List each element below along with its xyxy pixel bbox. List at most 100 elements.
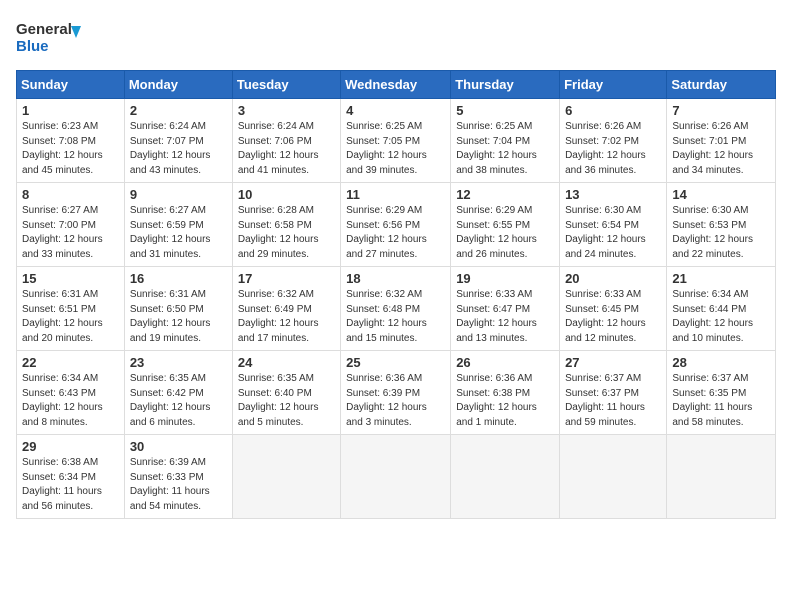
day-number: 22 [22,355,119,370]
day-number: 8 [22,187,119,202]
day-number: 19 [456,271,554,286]
calendar-cell: 29 Sunrise: 6:38 AM Sunset: 6:34 PM Dayli… [17,435,125,519]
day-number: 29 [22,439,119,454]
calendar-cell: 14 Sunrise: 6:30 AM Sunset: 6:53 PM Dayli… [667,183,776,267]
day-info: Sunrise: 6:29 AM Sunset: 6:56 PM Dayligh… [346,204,445,262]
calendar-cell [667,435,776,519]
day-number: 25 [346,355,445,370]
day-number: 7 [672,103,770,118]
weekday-header-row: SundayMondayTuesdayWednesdayThursdayFrid… [17,71,776,99]
day-number: 13 [565,187,661,202]
day-info: Sunrise: 6:31 AM Sunset: 6:51 PM Dayligh… [22,288,119,346]
day-info: Sunrise: 6:32 AM Sunset: 6:48 PM Dayligh… [346,288,445,346]
weekday-header-tuesday: Tuesday [232,71,340,99]
calendar-cell: 21 Sunrise: 6:34 AM Sunset: 6:44 PM Dayli… [667,267,776,351]
day-info: Sunrise: 6:33 AM Sunset: 6:45 PM Dayligh… [565,288,661,346]
calendar-cell: 5Sunrise: 6:25 AM Sunset: 7:04 PM Daylig… [451,99,560,183]
day-number: 9 [130,187,227,202]
day-info: Sunrise: 6:36 AM Sunset: 6:38 PM Dayligh… [456,372,554,430]
week-row-5: 29 Sunrise: 6:38 AM Sunset: 6:34 PM Dayli… [17,435,776,519]
day-info: Sunrise: 6:31 AM Sunset: 6:50 PM Dayligh… [130,288,227,346]
day-number: 18 [346,271,445,286]
calendar-cell: 6 Sunrise: 6:26 AM Sunset: 7:02 PM Daylig… [560,99,667,183]
day-info: Sunrise: 6:30 AM Sunset: 6:54 PM Dayligh… [565,204,661,262]
calendar-cell: 16 Sunrise: 6:31 AM Sunset: 6:50 PM Dayli… [124,267,232,351]
calendar-cell: 27Sunrise: 6:37 AM Sunset: 6:37 PM Dayli… [560,351,667,435]
week-row-4: 22 Sunrise: 6:34 AM Sunset: 6:43 PM Dayli… [17,351,776,435]
day-number: 21 [672,271,770,286]
day-info: Sunrise: 6:25 AM Sunset: 7:05 PM Dayligh… [346,120,445,178]
day-info: Sunrise: 6:26 AM Sunset: 7:02 PM Dayligh… [565,120,661,178]
calendar-cell [560,435,667,519]
weekday-header-wednesday: Wednesday [341,71,451,99]
day-number: 12 [456,187,554,202]
weekday-header-thursday: Thursday [451,71,560,99]
calendar-cell: 11 Sunrise: 6:29 AM Sunset: 6:56 PM Dayli… [341,183,451,267]
calendar-cell: 18 Sunrise: 6:32 AM Sunset: 6:48 PM Dayli… [341,267,451,351]
calendar-cell: 2 Sunrise: 6:24 AM Sunset: 7:07 PM Daylig… [124,99,232,183]
day-info: Sunrise: 6:24 AM Sunset: 7:07 PM Dayligh… [130,120,227,178]
week-row-3: 15 Sunrise: 6:31 AM Sunset: 6:51 PM Dayli… [17,267,776,351]
calendar-cell: 20 Sunrise: 6:33 AM Sunset: 6:45 PM Dayli… [560,267,667,351]
day-number: 27 [565,355,661,370]
day-info: Sunrise: 6:39 AM Sunset: 6:33 PM Dayligh… [130,456,227,514]
calendar-cell: 19 Sunrise: 6:33 AM Sunset: 6:47 PM Dayli… [451,267,560,351]
day-info: Sunrise: 6:34 AM Sunset: 6:43 PM Dayligh… [22,372,119,430]
day-info: Sunrise: 6:23 AM Sunset: 7:08 PM Dayligh… [22,120,119,178]
day-number: 15 [22,271,119,286]
weekday-header-friday: Friday [560,71,667,99]
day-info: Sunrise: 6:36 AM Sunset: 6:39 PM Dayligh… [346,372,445,430]
day-info: Sunrise: 6:28 AM Sunset: 6:58 PM Dayligh… [238,204,335,262]
day-info: Sunrise: 6:37 AM Sunset: 6:35 PM Dayligh… [672,372,770,430]
calendar-cell [232,435,340,519]
calendar-cell: 8Sunrise: 6:27 AM Sunset: 7:00 PM Daylig… [17,183,125,267]
day-info: Sunrise: 6:32 AM Sunset: 6:49 PM Dayligh… [238,288,335,346]
calendar-cell: 13 Sunrise: 6:30 AM Sunset: 6:54 PM Dayli… [560,183,667,267]
day-number: 20 [565,271,661,286]
day-info: Sunrise: 6:33 AM Sunset: 6:47 PM Dayligh… [456,288,554,346]
day-number: 11 [346,187,445,202]
day-info: Sunrise: 6:34 AM Sunset: 6:44 PM Dayligh… [672,288,770,346]
calendar-cell: 24Sunrise: 6:35 AM Sunset: 6:40 PM Dayli… [232,351,340,435]
day-number: 6 [565,103,661,118]
day-info: Sunrise: 6:35 AM Sunset: 6:40 PM Dayligh… [238,372,335,430]
calendar-cell: 26 Sunrise: 6:36 AM Sunset: 6:38 PM Dayli… [451,351,560,435]
day-number: 30 [130,439,227,454]
calendar-cell: 22 Sunrise: 6:34 AM Sunset: 6:43 PM Dayli… [17,351,125,435]
week-row-1: 1 Sunrise: 6:23 AM Sunset: 7:08 PM Daylig… [17,99,776,183]
day-info: Sunrise: 6:25 AM Sunset: 7:04 PM Dayligh… [456,120,554,178]
calendar-cell: 4Sunrise: 6:25 AM Sunset: 7:05 PM Daylig… [341,99,451,183]
day-info: Sunrise: 6:29 AM Sunset: 6:55 PM Dayligh… [456,204,554,262]
weekday-header-sunday: Sunday [17,71,125,99]
day-number: 1 [22,103,119,118]
calendar-cell: 10 Sunrise: 6:28 AM Sunset: 6:58 PM Dayli… [232,183,340,267]
weekday-header-monday: Monday [124,71,232,99]
day-number: 23 [130,355,227,370]
day-number: 2 [130,103,227,118]
day-info: Sunrise: 6:27 AM Sunset: 6:59 PM Dayligh… [130,204,227,262]
logo: General Blue [16,16,86,58]
logo-svg: General Blue [16,16,86,58]
day-info: Sunrise: 6:24 AM Sunset: 7:06 PM Dayligh… [238,120,335,178]
day-info: Sunrise: 6:35 AM Sunset: 6:42 PM Dayligh… [130,372,227,430]
day-number: 16 [130,271,227,286]
week-row-2: 8Sunrise: 6:27 AM Sunset: 7:00 PM Daylig… [17,183,776,267]
day-number: 14 [672,187,770,202]
calendar-cell: 17 Sunrise: 6:32 AM Sunset: 6:49 PM Dayli… [232,267,340,351]
calendar-cell: 15 Sunrise: 6:31 AM Sunset: 6:51 PM Dayli… [17,267,125,351]
day-number: 28 [672,355,770,370]
page-header: General Blue [16,16,776,58]
calendar-cell: 25 Sunrise: 6:36 AM Sunset: 6:39 PM Dayli… [341,351,451,435]
day-info: Sunrise: 6:30 AM Sunset: 6:53 PM Dayligh… [672,204,770,262]
day-info: Sunrise: 6:38 AM Sunset: 6:34 PM Dayligh… [22,456,119,514]
day-number: 17 [238,271,335,286]
day-number: 10 [238,187,335,202]
calendar-table: SundayMondayTuesdayWednesdayThursdayFrid… [16,70,776,519]
day-info: Sunrise: 6:26 AM Sunset: 7:01 PM Dayligh… [672,120,770,178]
calendar-cell: 9 Sunrise: 6:27 AM Sunset: 6:59 PM Daylig… [124,183,232,267]
calendar-cell: 1 Sunrise: 6:23 AM Sunset: 7:08 PM Daylig… [17,99,125,183]
day-number: 26 [456,355,554,370]
calendar-cell: 30 Sunrise: 6:39 AM Sunset: 6:33 PM Dayli… [124,435,232,519]
calendar-cell: 7 Sunrise: 6:26 AM Sunset: 7:01 PM Daylig… [667,99,776,183]
calendar-cell: 28 Sunrise: 6:37 AM Sunset: 6:35 PM Dayli… [667,351,776,435]
